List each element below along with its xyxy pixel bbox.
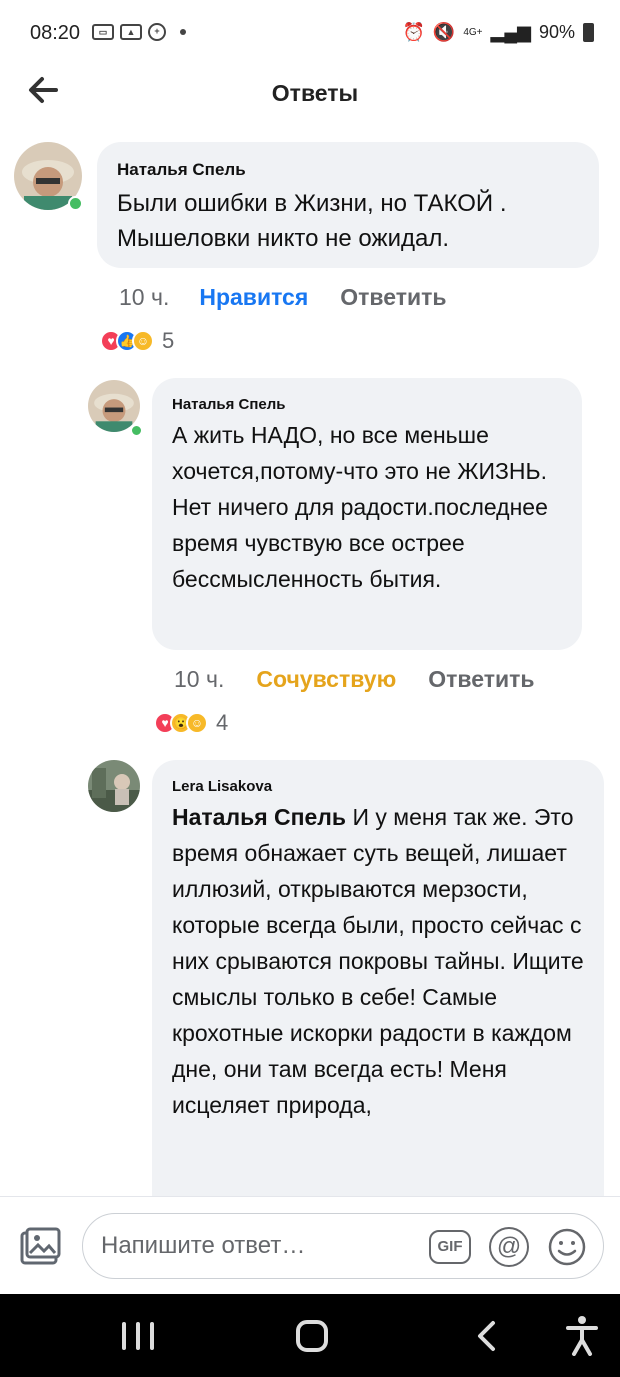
photo-icon bbox=[20, 1227, 61, 1265]
comment-actions: 10 ч. Нравится Ответить bbox=[119, 284, 447, 311]
mention-link[interactable]: Наталья Спель bbox=[172, 804, 346, 830]
care-reaction-icon: ☺ bbox=[132, 330, 154, 352]
care-reaction-icon: ☺ bbox=[186, 712, 208, 734]
signal-icon: ▂▄▆ bbox=[490, 22, 531, 42]
comment-time[interactable]: 10 ч. bbox=[119, 284, 169, 311]
nav-back-button[interactable] bbox=[472, 1318, 502, 1354]
care-button[interactable]: Сочувствую bbox=[256, 666, 396, 693]
alarm-icon: ⏰ bbox=[402, 22, 425, 42]
message-icon: ▭ bbox=[92, 24, 114, 40]
status-time: 08:20 bbox=[30, 22, 81, 44]
accessibility-button[interactable] bbox=[565, 1314, 599, 1356]
page-title: Ответы bbox=[271, 80, 359, 106]
comment-time[interactable]: 10 ч. bbox=[174, 666, 224, 693]
comment-bubble[interactable]: Lera Lisakova Наталья Спель И у меня так… bbox=[152, 760, 604, 1220]
accessibility-icon bbox=[566, 1316, 598, 1356]
comment-text: И у меня так же. Это время обнажает суть… bbox=[172, 804, 584, 1118]
recent-apps-button[interactable] bbox=[122, 1322, 154, 1350]
vpn-icon: + bbox=[148, 23, 166, 41]
reply-composer: Напишите ответ… GIF @ bbox=[0, 1196, 620, 1294]
comment-actions: 10 ч. Сочувствую Ответить bbox=[174, 666, 535, 693]
reaction-summary[interactable]: ♥ 😮 ☺ 4 bbox=[154, 710, 228, 736]
emoji-button[interactable] bbox=[547, 1227, 587, 1267]
reply-button[interactable]: Ответить bbox=[428, 666, 534, 693]
system-nav-bar bbox=[0, 1294, 620, 1377]
system-status: ⏰ 🔇 4G+ ▂▄▆ 90% bbox=[402, 22, 594, 43]
like-button[interactable]: Нравится bbox=[199, 284, 308, 311]
notification-icons: ▭ ▲ + bbox=[92, 23, 186, 41]
reply-button[interactable]: Ответить bbox=[340, 284, 446, 311]
comment-bubble[interactable]: Наталья Спель Были ошибки в Жизни, но ТА… bbox=[97, 142, 599, 268]
comment-author[interactable]: Наталья Спель bbox=[172, 396, 562, 413]
smiley-icon bbox=[548, 1228, 586, 1266]
battery-percent: 90% bbox=[538, 22, 575, 42]
comment-author[interactable]: Наталья Спель bbox=[117, 160, 579, 180]
comment-author[interactable]: Lera Lisakova bbox=[172, 778, 584, 795]
reply-placeholder: Напишите ответ… bbox=[101, 1232, 306, 1259]
reaction-count: 4 bbox=[216, 710, 229, 735]
reaction-summary[interactable]: ♥ 👍 ☺ 5 bbox=[100, 328, 174, 354]
comment-text: Были ошибки в Жизни, но ТАКОЙ . Мышеловк… bbox=[117, 190, 507, 252]
online-indicator bbox=[68, 196, 83, 211]
photo-button[interactable] bbox=[18, 1227, 62, 1267]
battery-icon bbox=[583, 23, 594, 42]
reaction-count: 5 bbox=[162, 328, 175, 353]
home-button[interactable] bbox=[296, 1320, 328, 1352]
chevron-left-icon bbox=[478, 1321, 495, 1351]
gif-button[interactable]: GIF bbox=[429, 1230, 471, 1264]
avatar[interactable] bbox=[88, 760, 140, 812]
image-icon: ▲ bbox=[120, 24, 142, 40]
dot-icon bbox=[180, 29, 186, 35]
comment-text: А жить НАДО, но все меньше хочется,потом… bbox=[172, 422, 548, 592]
network-label: 4G+ bbox=[463, 27, 483, 38]
status-bar: 08:20 ▭ ▲ + ⏰ 🔇 4G+ ▂▄▆ 90% bbox=[0, 0, 620, 70]
mention-button[interactable]: @ bbox=[489, 1227, 529, 1267]
mute-icon: 🔇 bbox=[432, 22, 456, 42]
page-header: Ответы bbox=[0, 70, 620, 120]
reply-input[interactable]: Напишите ответ… GIF @ bbox=[82, 1213, 604, 1279]
comment-text-block: Наталья Спель И у меня так же. Это время… bbox=[172, 799, 584, 1123]
comment-bubble[interactable]: Наталья Спель А жить НАДО, но все меньше… bbox=[152, 378, 582, 650]
online-indicator bbox=[130, 424, 143, 437]
